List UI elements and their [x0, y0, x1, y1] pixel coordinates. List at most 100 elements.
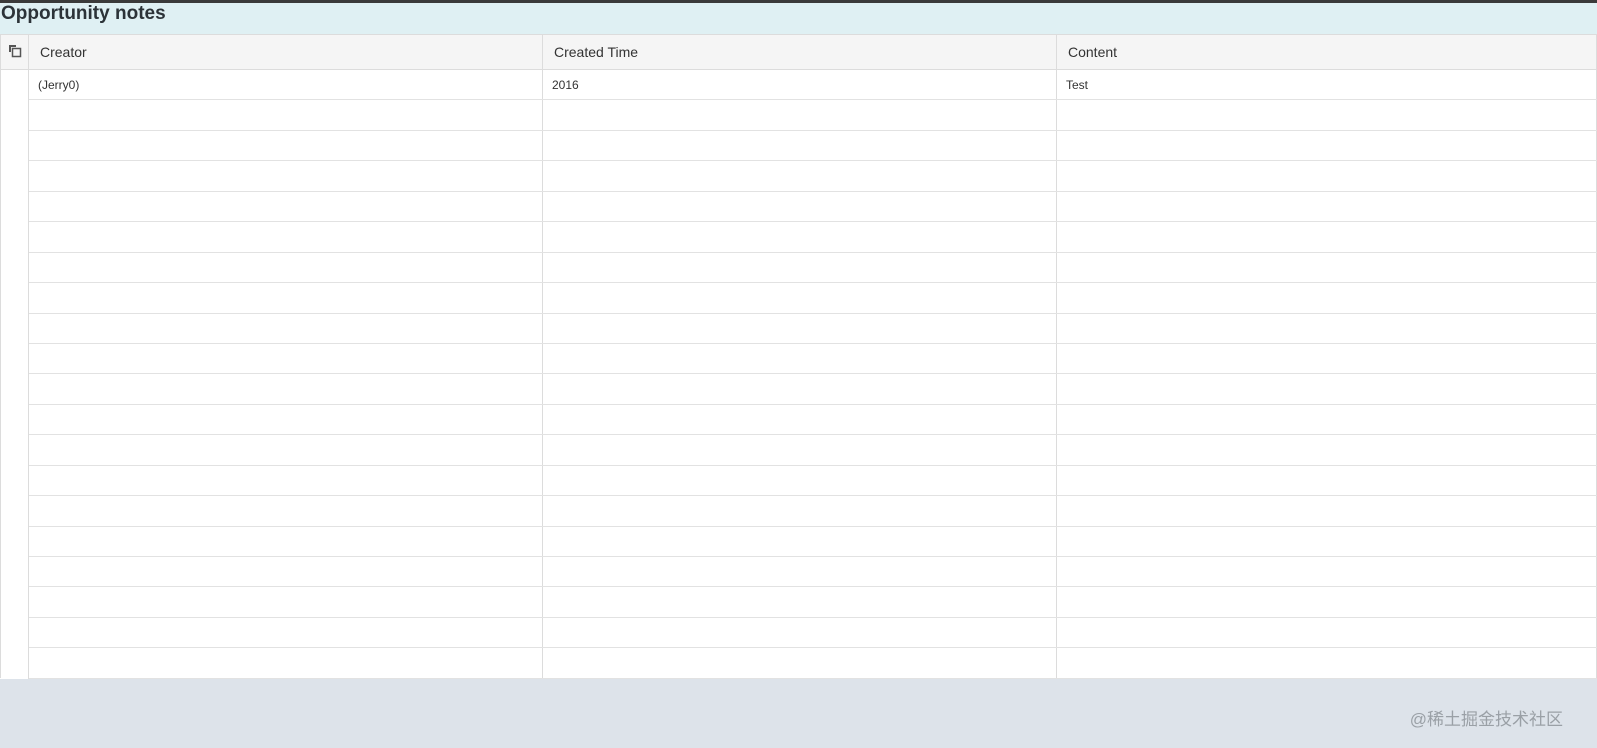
empty-cell	[1056, 191, 1597, 223]
row-selector	[0, 495, 29, 527]
empty-cell	[542, 526, 1057, 558]
empty-cell	[28, 495, 543, 527]
empty-cell	[542, 404, 1057, 436]
empty-cell	[542, 130, 1057, 162]
row-selector	[0, 556, 29, 587]
empty-row	[0, 130, 1597, 162]
empty-row	[0, 191, 1597, 223]
empty-cell	[1056, 99, 1597, 131]
empty-cell	[28, 99, 543, 131]
empty-cell	[1056, 495, 1597, 527]
table-header: Creator Created Time Content	[0, 34, 1597, 70]
empty-cell	[28, 343, 543, 375]
empty-cell	[542, 586, 1057, 618]
empty-cell	[542, 556, 1057, 588]
empty-cell	[1056, 465, 1597, 497]
row-selector	[0, 313, 29, 344]
cell-content: Test	[1056, 69, 1597, 101]
empty-row	[0, 586, 1597, 618]
row-selector	[0, 434, 29, 466]
empty-cell	[542, 495, 1057, 527]
empty-cell	[542, 434, 1057, 466]
column-header-content[interactable]: Content	[1056, 34, 1597, 70]
empty-cell	[542, 191, 1057, 223]
row-selector	[0, 373, 29, 405]
row-selector	[0, 617, 29, 648]
empty-cell	[542, 373, 1057, 405]
empty-cell	[1056, 617, 1597, 649]
empty-cell	[542, 343, 1057, 375]
row-selector	[0, 130, 29, 161]
empty-cell	[1056, 313, 1597, 344]
row-selector	[0, 99, 29, 131]
empty-cell	[1056, 221, 1597, 253]
row-selector[interactable]	[0, 69, 29, 100]
empty-cell	[542, 282, 1057, 314]
empty-cell	[28, 404, 543, 436]
row-selector	[0, 191, 29, 222]
empty-cell	[542, 313, 1057, 344]
column-header-created-time[interactable]: Created Time	[542, 34, 1057, 70]
row-selector	[0, 647, 29, 679]
empty-cell	[28, 191, 543, 223]
empty-cell	[1056, 373, 1597, 405]
notes-table: Creator Created Time Content (Jerry0) 20…	[0, 34, 1597, 679]
empty-row	[0, 526, 1597, 558]
empty-cell	[28, 373, 543, 405]
select-all-button[interactable]	[0, 34, 29, 70]
empty-cell	[542, 252, 1057, 284]
empty-cell	[1056, 252, 1597, 284]
row-selector	[0, 465, 29, 496]
empty-cell	[28, 617, 543, 649]
empty-cell	[28, 160, 543, 192]
empty-row	[0, 373, 1597, 405]
empty-cell	[1056, 556, 1597, 588]
empty-row	[0, 343, 1597, 375]
watermark: @稀土掘金技术社区	[1409, 710, 1563, 729]
cell-creator: (Jerry0)	[28, 69, 543, 101]
empty-cell	[1056, 434, 1597, 466]
empty-row	[0, 495, 1597, 527]
empty-cell	[542, 160, 1057, 192]
empty-row	[0, 160, 1597, 192]
empty-cell	[1056, 343, 1597, 375]
row-selector	[0, 404, 29, 435]
empty-cell	[542, 221, 1057, 253]
copy-icon	[8, 44, 21, 57]
column-header-creator[interactable]: Creator	[28, 34, 543, 70]
page-title: Opportunity notes	[0, 3, 1597, 34]
empty-cell	[1056, 404, 1597, 436]
row-selector	[0, 526, 29, 557]
empty-row	[0, 404, 1597, 436]
row-selector	[0, 586, 29, 618]
empty-row	[0, 313, 1597, 344]
empty-row	[0, 434, 1597, 466]
empty-cell	[28, 221, 543, 253]
empty-cell	[1056, 130, 1597, 162]
empty-cell	[1056, 282, 1597, 314]
empty-row	[0, 556, 1597, 588]
row-selector	[0, 343, 29, 374]
row-selector	[0, 252, 29, 283]
row-selector	[0, 160, 29, 192]
empty-cell	[28, 465, 543, 497]
empty-cell	[28, 130, 543, 162]
empty-cell	[542, 465, 1057, 497]
row-selector	[0, 282, 29, 313]
empty-cell	[28, 556, 543, 588]
row-selector	[0, 221, 29, 253]
empty-row	[0, 647, 1597, 679]
table-row[interactable]: (Jerry0) 2016 Test	[0, 69, 1597, 101]
empty-cell	[28, 252, 543, 284]
empty-cell	[542, 99, 1057, 131]
empty-cell	[1056, 586, 1597, 618]
empty-cell	[1056, 160, 1597, 192]
empty-cell	[28, 586, 543, 618]
empty-row	[0, 99, 1597, 131]
empty-row	[0, 617, 1597, 649]
cell-created-time: 2016	[542, 69, 1057, 101]
empty-row	[0, 221, 1597, 253]
empty-cell	[28, 526, 543, 558]
empty-row	[0, 465, 1597, 497]
empty-cell	[542, 647, 1057, 679]
